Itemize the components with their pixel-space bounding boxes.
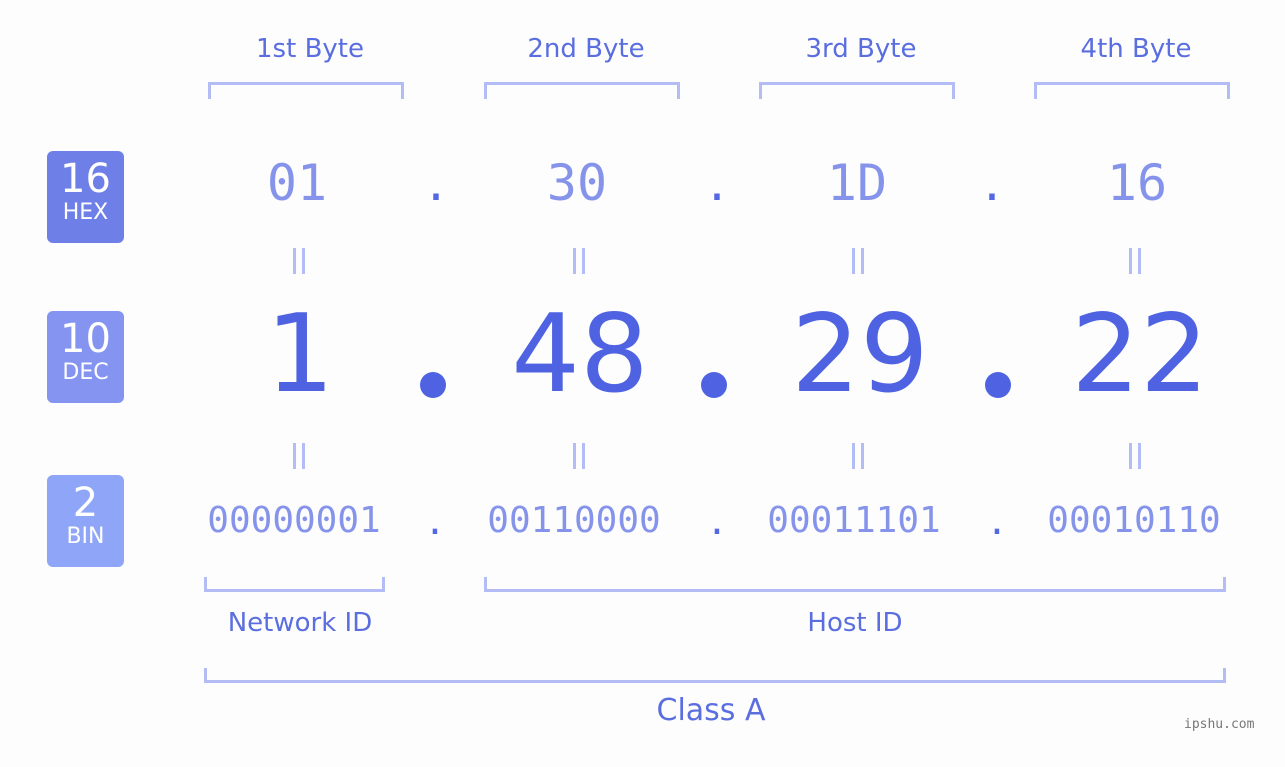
hex-badge: 16 HEX bbox=[47, 151, 124, 243]
byte-label-4: 4th Byte bbox=[1080, 34, 1192, 64]
bin-separator: . bbox=[424, 502, 446, 543]
network-id-label: Network ID bbox=[227, 608, 373, 638]
bin-value-3: 00011101 bbox=[767, 500, 941, 541]
class-bracket bbox=[204, 668, 1226, 683]
dec-separator-dot bbox=[985, 372, 1011, 398]
byte-bracket-3 bbox=[759, 82, 955, 99]
byte-label-1: 1st Byte bbox=[256, 34, 364, 64]
host-id-label: Host ID bbox=[807, 608, 903, 638]
equals-icon bbox=[573, 248, 585, 274]
hex-separator: . bbox=[703, 160, 731, 211]
hex-separator: . bbox=[422, 160, 450, 211]
equals-icon bbox=[293, 443, 305, 469]
hex-value-2: 30 bbox=[546, 154, 608, 212]
bin-value-4: 00010110 bbox=[1047, 500, 1221, 541]
dec-badge: 10 DEC bbox=[47, 311, 124, 403]
class-label: Class A bbox=[656, 693, 766, 728]
network-id-bracket bbox=[204, 577, 385, 592]
hex-separator: . bbox=[978, 160, 1006, 211]
hex-value-3: 1D bbox=[826, 154, 888, 212]
byte-label-3: 3rd Byte bbox=[805, 34, 917, 64]
bin-separator: . bbox=[706, 502, 728, 543]
dec-base-number: 10 bbox=[60, 316, 111, 362]
host-id-bracket bbox=[484, 577, 1226, 592]
byte-bracket-1 bbox=[208, 82, 404, 99]
dec-separator-dot bbox=[701, 372, 727, 398]
equals-icon bbox=[573, 443, 585, 469]
dec-value-3: 29 bbox=[791, 292, 929, 417]
bin-base-label: BIN bbox=[66, 524, 105, 549]
equals-icon bbox=[852, 443, 864, 469]
hex-value-1: 01 bbox=[266, 154, 328, 212]
hex-base-label: HEX bbox=[62, 200, 109, 225]
byte-label-2: 2nd Byte bbox=[527, 34, 645, 64]
watermark: ipshu.com bbox=[1184, 717, 1255, 732]
dec-value-2: 48 bbox=[511, 292, 649, 417]
equals-icon bbox=[293, 248, 305, 274]
byte-bracket-2 bbox=[484, 82, 680, 99]
bin-value-1: 00000001 bbox=[207, 500, 381, 541]
equals-icon bbox=[1129, 443, 1141, 469]
dec-value-4: 22 bbox=[1071, 292, 1209, 417]
byte-bracket-4 bbox=[1034, 82, 1230, 99]
bin-badge: 2 BIN bbox=[47, 475, 124, 567]
dec-base-label: DEC bbox=[62, 360, 109, 385]
bin-separator: . bbox=[986, 502, 1008, 543]
bin-value-2: 00110000 bbox=[487, 500, 661, 541]
bin-base-number: 2 bbox=[72, 480, 99, 526]
equals-icon bbox=[1129, 248, 1141, 274]
dec-value-1: 1 bbox=[265, 292, 335, 417]
hex-base-number: 16 bbox=[60, 156, 111, 202]
dec-separator-dot bbox=[420, 372, 446, 398]
equals-icon bbox=[852, 248, 864, 274]
hex-value-4: 16 bbox=[1106, 154, 1168, 212]
